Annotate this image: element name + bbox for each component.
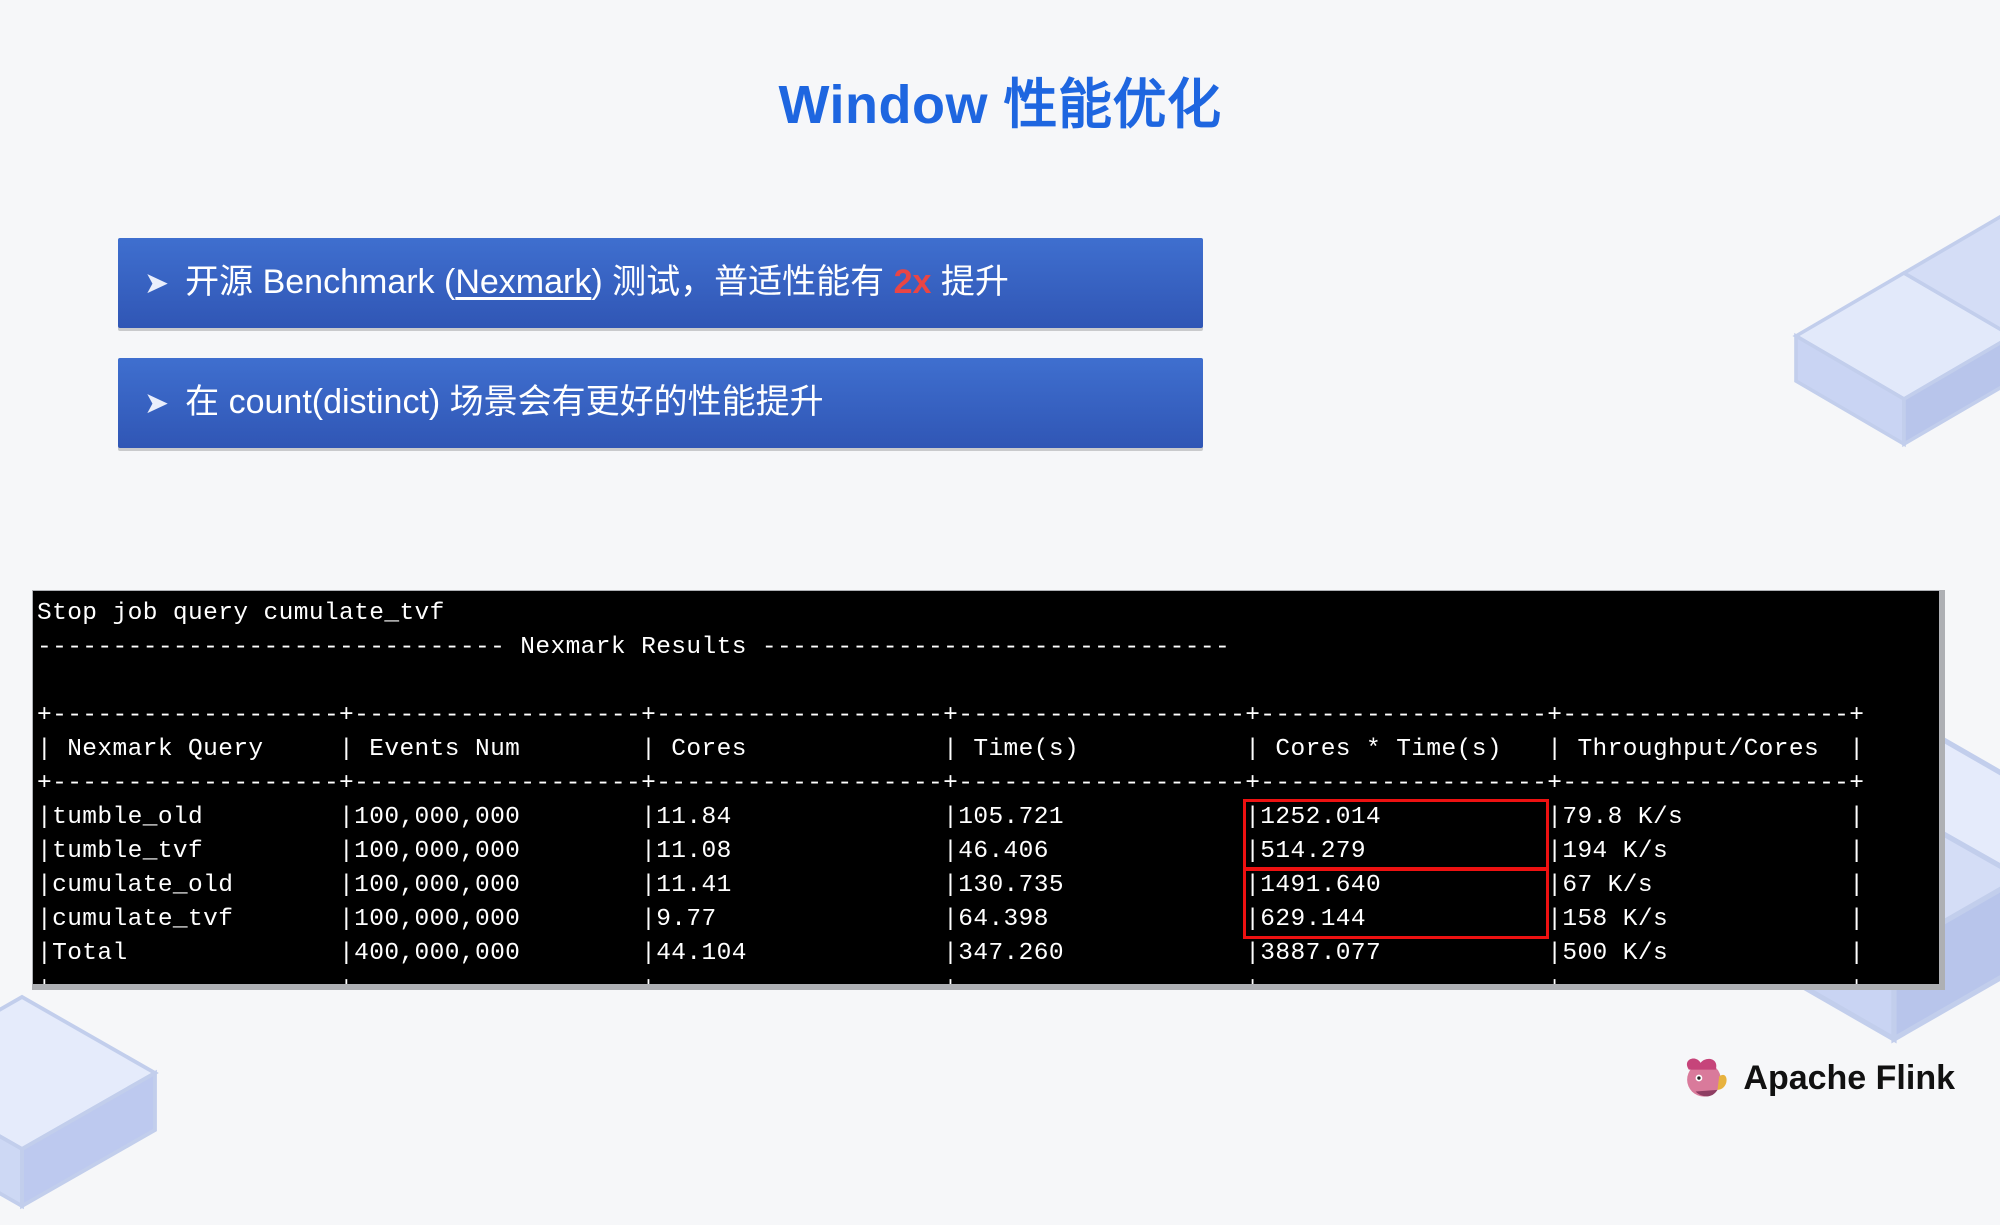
footer-brand-name: Apache Flink: [1743, 1059, 1955, 1098]
bullet-seg: 提升: [931, 263, 1008, 301]
flink-logo-icon: [1677, 1051, 1731, 1105]
bullet-seg: 开源 Benchmark (: [185, 263, 455, 301]
bullet-count-distinct: ➤ 在 count(distinct) 场景会有更好的性能提升: [118, 358, 1203, 448]
terminal-output: Stop job query cumulate_tvf ------------…: [32, 590, 1945, 990]
decor-cloud-top-right: [1760, 120, 2000, 480]
footer-brand: Apache Flink: [1677, 1051, 1955, 1105]
slide-title: Window 性能优化: [0, 60, 2000, 139]
bullet-list: ➤ 开源 Benchmark (Nexmark) 测试，普适性能有 2x 提升 …: [118, 238, 1203, 478]
bullet-text: 开源 Benchmark (Nexmark) 测试，普适性能有 2x 提升: [185, 260, 1175, 304]
highlight-box-tumble: [1243, 799, 1549, 871]
chevron-right-icon: ➤: [144, 384, 169, 423]
bullet-seg: ) 测试，普适性能有: [591, 263, 893, 301]
bullet-highlight-2x: 2x: [894, 263, 932, 301]
chevron-right-icon: ➤: [144, 264, 169, 303]
bullet-text: 在 count(distinct) 场景会有更好的性能提升: [185, 380, 1175, 424]
bullet-benchmark: ➤ 开源 Benchmark (Nexmark) 测试，普适性能有 2x 提升: [118, 238, 1203, 328]
nexmark-link[interactable]: Nexmark: [455, 263, 591, 301]
highlight-box-cumulate: [1243, 867, 1549, 939]
